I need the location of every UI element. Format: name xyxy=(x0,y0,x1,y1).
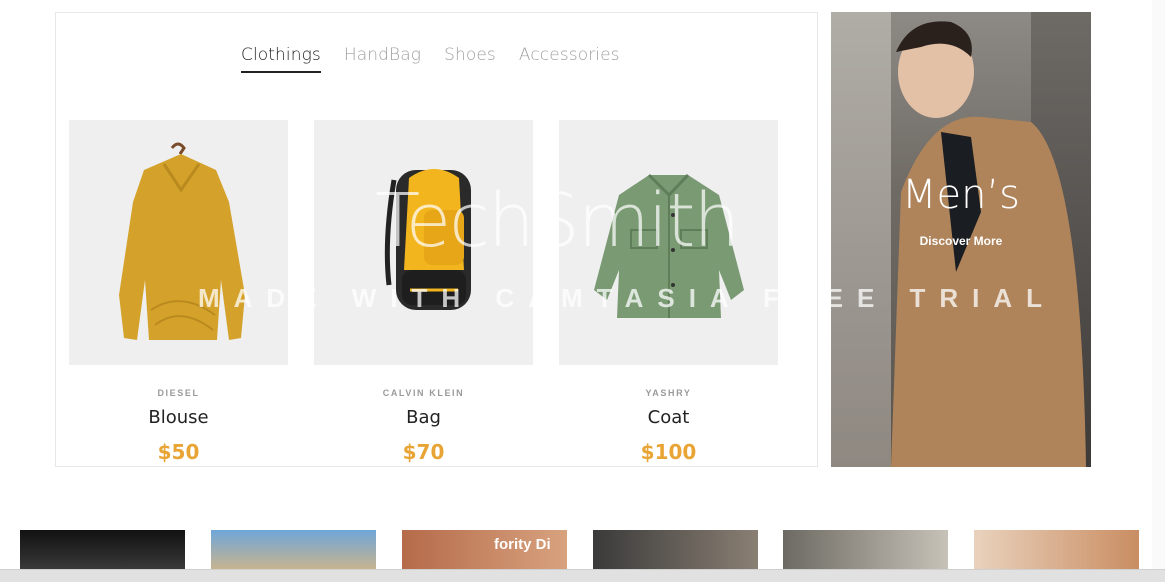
product-card-blouse[interactable]: DIESEL Blouse $50 xyxy=(69,120,288,464)
product-brand: YASHRY xyxy=(645,388,692,398)
thumbnail-image[interactable] xyxy=(593,530,758,570)
horizontal-scrollbar[interactable] xyxy=(0,569,1165,582)
product-image-coat[interactable] xyxy=(559,120,778,365)
right-edge xyxy=(1152,0,1165,582)
thumbnail-sign-text: fority Di xyxy=(494,536,551,553)
product-card-bag[interactable]: CALVIN KLEIN Bag $70 xyxy=(314,120,533,464)
backpack-icon xyxy=(384,169,471,310)
thumbnail-image[interactable] xyxy=(974,530,1139,570)
hero-title: Men’s xyxy=(901,172,1021,218)
mens-hero-banner[interactable]: Men’s Discover More xyxy=(831,12,1091,467)
sweater-icon xyxy=(119,142,245,340)
product-brand: CALVIN KLEIN xyxy=(382,388,465,398)
product-panel: Clothings HandBag Shoes Accessories DIES… xyxy=(55,12,818,467)
product-card-coat[interactable]: YASHRY Coat $100 xyxy=(559,120,778,464)
product-price: $70 xyxy=(402,440,445,464)
tab-clothings[interactable]: Clothings xyxy=(241,45,321,73)
product-price: $50 xyxy=(157,440,200,464)
product-image-bag[interactable] xyxy=(314,120,533,365)
product-name[interactable]: Blouse xyxy=(69,407,288,428)
product-price: $100 xyxy=(640,440,697,464)
thumbnail-image[interactable] xyxy=(20,530,185,570)
discover-more-link[interactable]: Discover More xyxy=(831,234,1091,248)
thumbnail-image[interactable]: fority Di xyxy=(402,530,567,570)
thumbnail-image[interactable] xyxy=(211,530,376,570)
category-tabs: Clothings HandBag Shoes Accessories xyxy=(241,45,620,73)
page: Clothings HandBag Shoes Accessories DIES… xyxy=(0,0,1165,582)
product-name[interactable]: Bag xyxy=(314,407,533,428)
tab-accessories[interactable]: Accessories xyxy=(519,45,620,73)
jacket-icon xyxy=(594,173,744,318)
product-image-blouse[interactable] xyxy=(69,120,288,365)
tab-handbag[interactable]: HandBag xyxy=(344,45,421,73)
product-brand: DIESEL xyxy=(157,388,200,398)
product-name[interactable]: Coat xyxy=(559,407,778,428)
tab-shoes[interactable]: Shoes xyxy=(444,45,496,73)
thumbnail-image[interactable] xyxy=(783,530,948,570)
